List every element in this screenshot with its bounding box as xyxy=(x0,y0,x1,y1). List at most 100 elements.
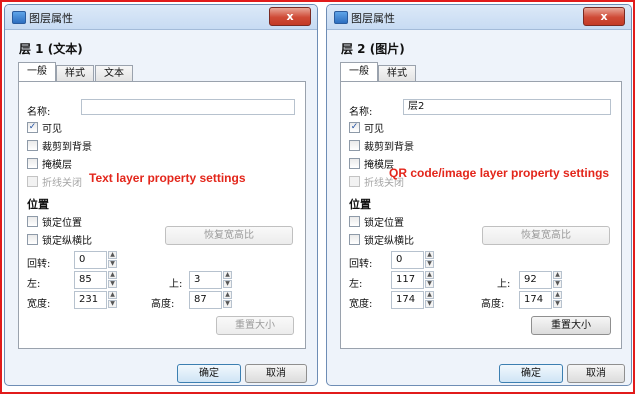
spin-down-icon[interactable]: ▼ xyxy=(425,300,434,308)
spin-up-icon[interactable]: ▲ xyxy=(425,251,434,259)
ok-button[interactable]: 确定 xyxy=(499,364,563,383)
top-stepper[interactable]: 92 ▲ ▼ xyxy=(519,271,563,289)
top-input[interactable]: 92 xyxy=(519,271,552,289)
rotate-input[interactable]: 0 xyxy=(74,251,107,269)
name-label: 名称: xyxy=(27,107,51,118)
lock-aspect-checkbox[interactable]: 锁定纵横比 xyxy=(349,232,414,247)
spin-up-icon[interactable]: ▲ xyxy=(108,291,117,299)
height-input[interactable]: 87 xyxy=(189,291,222,309)
lock-aspect-label: 锁定纵横比 xyxy=(42,236,92,247)
mask-layer-label: 掩模层 xyxy=(42,160,72,171)
position-section-title: 位置 xyxy=(349,198,371,211)
width-input[interactable]: 231 xyxy=(74,291,107,309)
spin-up-icon[interactable]: ▲ xyxy=(108,271,117,279)
width-input[interactable]: 174 xyxy=(391,291,424,309)
position-section-title: 位置 xyxy=(27,198,49,211)
lock-position-checkbox[interactable]: 锁定位置 xyxy=(27,214,82,229)
checkmark-icon: ✓ xyxy=(27,122,38,133)
spin-up-icon[interactable]: ▲ xyxy=(553,271,562,279)
close-button[interactable]: x xyxy=(269,7,311,26)
tab-text[interactable]: 文本 xyxy=(95,65,133,81)
clip-to-background-label: 裁剪到背景 xyxy=(42,142,92,153)
cancel-button[interactable]: 取消 xyxy=(567,364,625,383)
left-label: 左: xyxy=(27,279,41,290)
top-label: 上: xyxy=(497,279,511,290)
spin-up-icon[interactable]: ▲ xyxy=(425,271,434,279)
left-stepper[interactable]: 85 ▲ ▼ xyxy=(74,271,118,289)
clip-to-background-checkbox[interactable]: 裁剪到背景 xyxy=(349,138,414,153)
spin-up-icon[interactable]: ▲ xyxy=(223,291,232,299)
restore-aspect-button[interactable]: 恢复宽高比 xyxy=(165,226,293,245)
spin-up-icon[interactable]: ▲ xyxy=(223,271,232,279)
general-tab-panel: 名称: ✓ 可见 裁剪到背景 掩模层 折线关闭 Text layer prope… xyxy=(18,81,306,349)
visible-label: 可见 xyxy=(42,124,62,135)
left-input[interactable]: 117 xyxy=(391,271,424,289)
spin-down-icon[interactable]: ▼ xyxy=(108,280,117,288)
rotate-label: 回转: xyxy=(349,259,373,270)
name-label: 名称: xyxy=(349,107,373,118)
height-label: 高度: xyxy=(151,299,175,310)
title-bar[interactable]: 图层属性 x xyxy=(327,5,631,30)
name-input[interactable] xyxy=(81,99,295,115)
reset-size-button[interactable]: 重置大小 xyxy=(531,316,611,335)
clip-to-background-label: 裁剪到背景 xyxy=(364,142,414,153)
visible-checkbox[interactable]: ✓ 可见 xyxy=(27,120,62,135)
width-stepper[interactable]: 174 ▲ ▼ xyxy=(391,291,435,309)
lock-position-label: 锁定位置 xyxy=(364,218,404,229)
reset-size-button[interactable]: 重置大小 xyxy=(216,316,294,335)
tab-style[interactable]: 样式 xyxy=(378,65,416,81)
width-label: 宽度: xyxy=(27,299,51,310)
spin-down-icon[interactable]: ▼ xyxy=(223,300,232,308)
annotation-image-layer: QR code/image layer property settings xyxy=(389,166,610,180)
width-stepper[interactable]: 231 ▲ ▼ xyxy=(74,291,118,309)
left-input[interactable]: 85 xyxy=(74,271,107,289)
layer-heading: 层 1 (文本) xyxy=(19,42,83,56)
spin-down-icon[interactable]: ▼ xyxy=(425,260,434,268)
height-stepper[interactable]: 87 ▲ ▼ xyxy=(189,291,233,309)
clip-to-background-checkbox[interactable]: 裁剪到背景 xyxy=(27,138,92,153)
layer-heading: 层 2 (图片) xyxy=(341,42,405,56)
height-stepper[interactable]: 174 ▲ ▼ xyxy=(519,291,563,309)
spin-down-icon[interactable]: ▼ xyxy=(425,280,434,288)
rotate-stepper[interactable]: 0 ▲ ▼ xyxy=(391,251,435,269)
cancel-button[interactable]: 取消 xyxy=(245,364,307,383)
left-label: 左: xyxy=(349,279,363,290)
rotate-input[interactable]: 0 xyxy=(391,251,424,269)
mask-layer-checkbox[interactable]: 掩模层 xyxy=(349,156,394,171)
left-stepper[interactable]: 117 ▲ ▼ xyxy=(391,271,435,289)
lock-position-label: 锁定位置 xyxy=(42,218,82,229)
visible-checkbox[interactable]: ✓ 可见 xyxy=(349,120,384,135)
spin-up-icon[interactable]: ▲ xyxy=(425,291,434,299)
spin-down-icon[interactable]: ▼ xyxy=(108,260,117,268)
width-label: 宽度: xyxy=(349,299,373,310)
lock-position-checkbox[interactable]: 锁定位置 xyxy=(349,214,404,229)
spin-down-icon[interactable]: ▼ xyxy=(553,300,562,308)
spin-down-icon[interactable]: ▼ xyxy=(108,300,117,308)
window-title: 图层属性 xyxy=(29,12,73,25)
mask-layer-checkbox[interactable]: 掩模层 xyxy=(27,156,72,171)
window-title: 图层属性 xyxy=(351,12,395,25)
checkmark-icon: ✓ xyxy=(349,122,360,133)
top-label: 上: xyxy=(169,279,183,290)
tab-style[interactable]: 样式 xyxy=(56,65,94,81)
restore-aspect-button[interactable]: 恢复宽高比 xyxy=(482,226,610,245)
spin-down-icon[interactable]: ▼ xyxy=(553,280,562,288)
annotation-text-layer: Text layer property settings xyxy=(89,171,246,185)
rotate-stepper[interactable]: 0 ▲ ▼ xyxy=(74,251,118,269)
lock-aspect-label: 锁定纵横比 xyxy=(364,236,414,247)
close-polyline-label: 折线关闭 xyxy=(42,178,82,189)
spin-up-icon[interactable]: ▲ xyxy=(108,251,117,259)
height-input[interactable]: 174 xyxy=(519,291,552,309)
top-stepper[interactable]: 3 ▲ ▼ xyxy=(189,271,233,289)
top-input[interactable]: 3 xyxy=(189,271,222,289)
tab-general[interactable]: 一般 xyxy=(340,62,378,81)
spin-up-icon[interactable]: ▲ xyxy=(553,291,562,299)
lock-aspect-checkbox[interactable]: 锁定纵横比 xyxy=(27,232,92,247)
close-button[interactable]: x xyxy=(583,7,625,26)
spin-down-icon[interactable]: ▼ xyxy=(223,280,232,288)
title-bar[interactable]: 图层属性 x xyxy=(5,5,317,30)
close-polyline-checkbox: 折线关闭 xyxy=(27,174,82,189)
ok-button[interactable]: 确定 xyxy=(177,364,241,383)
tab-general[interactable]: 一般 xyxy=(18,62,56,81)
name-input[interactable]: 层2 xyxy=(403,99,611,115)
